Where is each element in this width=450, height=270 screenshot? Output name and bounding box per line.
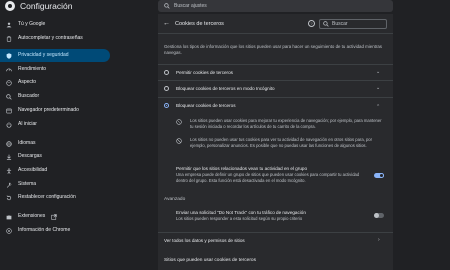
link-text: Ver todos los datos y permisos de sitios [164, 238, 245, 243]
sidebar-item-system[interactable]: Sistema [0, 178, 110, 191]
global-search-input[interactable]: Buscar ajustes [158, 0, 393, 12]
page-search-input[interactable]: Buscar [319, 19, 387, 29]
block-icon [176, 138, 182, 144]
chevron-up-icon[interactable]: ⌃ [376, 104, 380, 110]
do-not-track-setting: Enviar una solicitud "Do Not Track" con … [158, 210, 393, 224]
power-icon [6, 121, 12, 128]
download-icon [6, 154, 12, 160]
browser-icon [6, 108, 12, 114]
related-sites-setting: Permitir que los sitios relacionados vea… [158, 166, 393, 191]
top-bar: Configuración Buscar ajustes [0, 0, 450, 14]
sidebar-item-label: Al iniciar [18, 120, 37, 127]
sidebar-item-accessibility[interactable]: Accesibilidad [0, 164, 110, 177]
sidebar-item-downloads[interactable]: Descargas [0, 150, 110, 163]
setting-description: Los sitios pueden responder a esta solic… [176, 216, 303, 221]
sidebar-item-label: Buscador [18, 92, 40, 99]
chevron-down-icon[interactable]: ⌄ [376, 69, 380, 75]
sidebar-item-on-startup[interactable]: Al iniciar [0, 118, 110, 131]
sidebar-item-reset[interactable]: Restablecer configuración [0, 191, 110, 204]
search-icon [323, 21, 329, 27]
option-label: Bloquear cookies de terceros [176, 103, 236, 108]
setting-description: Una empresa puede definir un grupo de si… [176, 172, 360, 183]
sidebar-item-label: Aspecto [18, 78, 37, 85]
search-icon [164, 3, 170, 9]
sidebar-item-extensions[interactable]: Extensiones [0, 210, 110, 223]
sidebar-item-label: Rendimiento [18, 65, 47, 72]
page-description: Gestiona los tipos de información que lo… [164, 44, 382, 56]
sidebar-item-performance[interactable]: Rendimiento [0, 63, 110, 76]
sidebar-item-label: Información de Chrome [18, 226, 71, 233]
sidebar-item-label: Privacidad y seguridad [18, 51, 69, 58]
allowed-sites-label: Sitios que pueden usar cookies de tercer… [164, 258, 256, 263]
sidebar-item-autofill[interactable]: Autocompletar y contraseñas [0, 32, 110, 46]
chrome-icon [6, 227, 12, 234]
sidebar-item-label: Tú y Google [18, 20, 46, 27]
sidebar: Tú y Google Autocompletar y contraseñas … [0, 16, 112, 270]
option-label: Bloquear cookies de terceros en modo Inc… [176, 86, 275, 91]
sidebar-item-languages[interactable]: Idiomas [0, 137, 110, 150]
sidebar-item-label: Navegador predeterminado [18, 106, 79, 113]
globe-icon [6, 140, 12, 147]
sidebar-item-label: Extensiones [18, 212, 46, 219]
chevron-right-icon: › [378, 237, 380, 243]
sidebar-item-privacy[interactable]: Privacidad y seguridad [0, 49, 110, 62]
chevron-down-icon[interactable]: ⌄ [376, 85, 380, 91]
clipboard-icon [6, 36, 12, 42]
accessibility-icon [6, 167, 12, 174]
info-text: Los sitios pueden usar cookies para mejo… [190, 118, 382, 129]
setting-title: Permitir que los sitios relacionados vea… [176, 166, 307, 171]
main-header: ← Cookies de terceros ? Buscar [158, 14, 393, 34]
radio-button[interactable] [164, 86, 169, 91]
person-icon [6, 22, 12, 28]
help-icon[interactable]: ? [308, 20, 315, 27]
info-text: Los sitios no pueden usar tus cookies pa… [190, 137, 373, 148]
open-in-new-icon [51, 213, 57, 220]
reset-icon [6, 194, 12, 201]
sidebar-item-label: Restablecer configuración [18, 193, 76, 200]
palette-icon [6, 79, 12, 86]
puzzle-icon [6, 214, 12, 220]
sidebar-item-about-chrome[interactable]: Información de Chrome [0, 224, 110, 237]
option-label: Permitir cookies de terceros [176, 70, 233, 75]
page-search-placeholder: Buscar [332, 21, 348, 27]
main-panel: ← Cookies de terceros ? Buscar Gestiona … [158, 14, 393, 270]
global-search-placeholder: Buscar ajustes [174, 3, 207, 9]
sidebar-item-you-and-google[interactable]: Tú y Google [0, 18, 110, 31]
shield-icon [6, 52, 12, 59]
sidebar-item-label: Sistema [18, 180, 37, 187]
cookie-icon [176, 119, 182, 125]
back-arrow-icon[interactable]: ← [163, 20, 170, 27]
sidebar-item-label: Accesibilidad [18, 166, 48, 173]
radio-button-selected[interactable] [164, 103, 169, 108]
option-block-third-party[interactable]: Bloquear cookies de terceros ⌃ [158, 97, 393, 113]
sidebar-item-label: Descargas [18, 152, 42, 159]
sidebar-item-appearance[interactable]: Aspecto [0, 76, 110, 89]
search-icon [6, 93, 12, 100]
do-not-track-toggle[interactable] [374, 213, 384, 218]
wrench-icon [6, 182, 12, 188]
app-title: Configuración [20, 1, 73, 11]
option-allow-third-party[interactable]: Permitir cookies de terceros ⌄ [158, 64, 393, 80]
setting-title: Enviar una solicitud "Do Not Track" con … [176, 210, 306, 215]
sidebar-item-label: Autocompletar y contraseñas [18, 35, 83, 42]
advanced-section-label: Avanzado [164, 197, 186, 202]
option-block-incognito[interactable]: Bloquear cookies de terceros en modo Inc… [158, 80, 393, 96]
settings-logo-icon [5, 1, 15, 11]
sidebar-item-default-browser[interactable]: Navegador predeterminado [0, 104, 110, 117]
radio-button[interactable] [164, 70, 169, 75]
speedometer-icon [6, 67, 12, 73]
sidebar-item-search-engine[interactable]: Buscador [0, 90, 110, 103]
page-title: Cookies de terceros [175, 21, 224, 27]
related-sites-toggle[interactable] [374, 173, 384, 178]
see-all-site-data-link[interactable]: Ver todos los datos y permisos de sitios… [158, 232, 393, 248]
sidebar-item-label: Idiomas [18, 139, 36, 146]
